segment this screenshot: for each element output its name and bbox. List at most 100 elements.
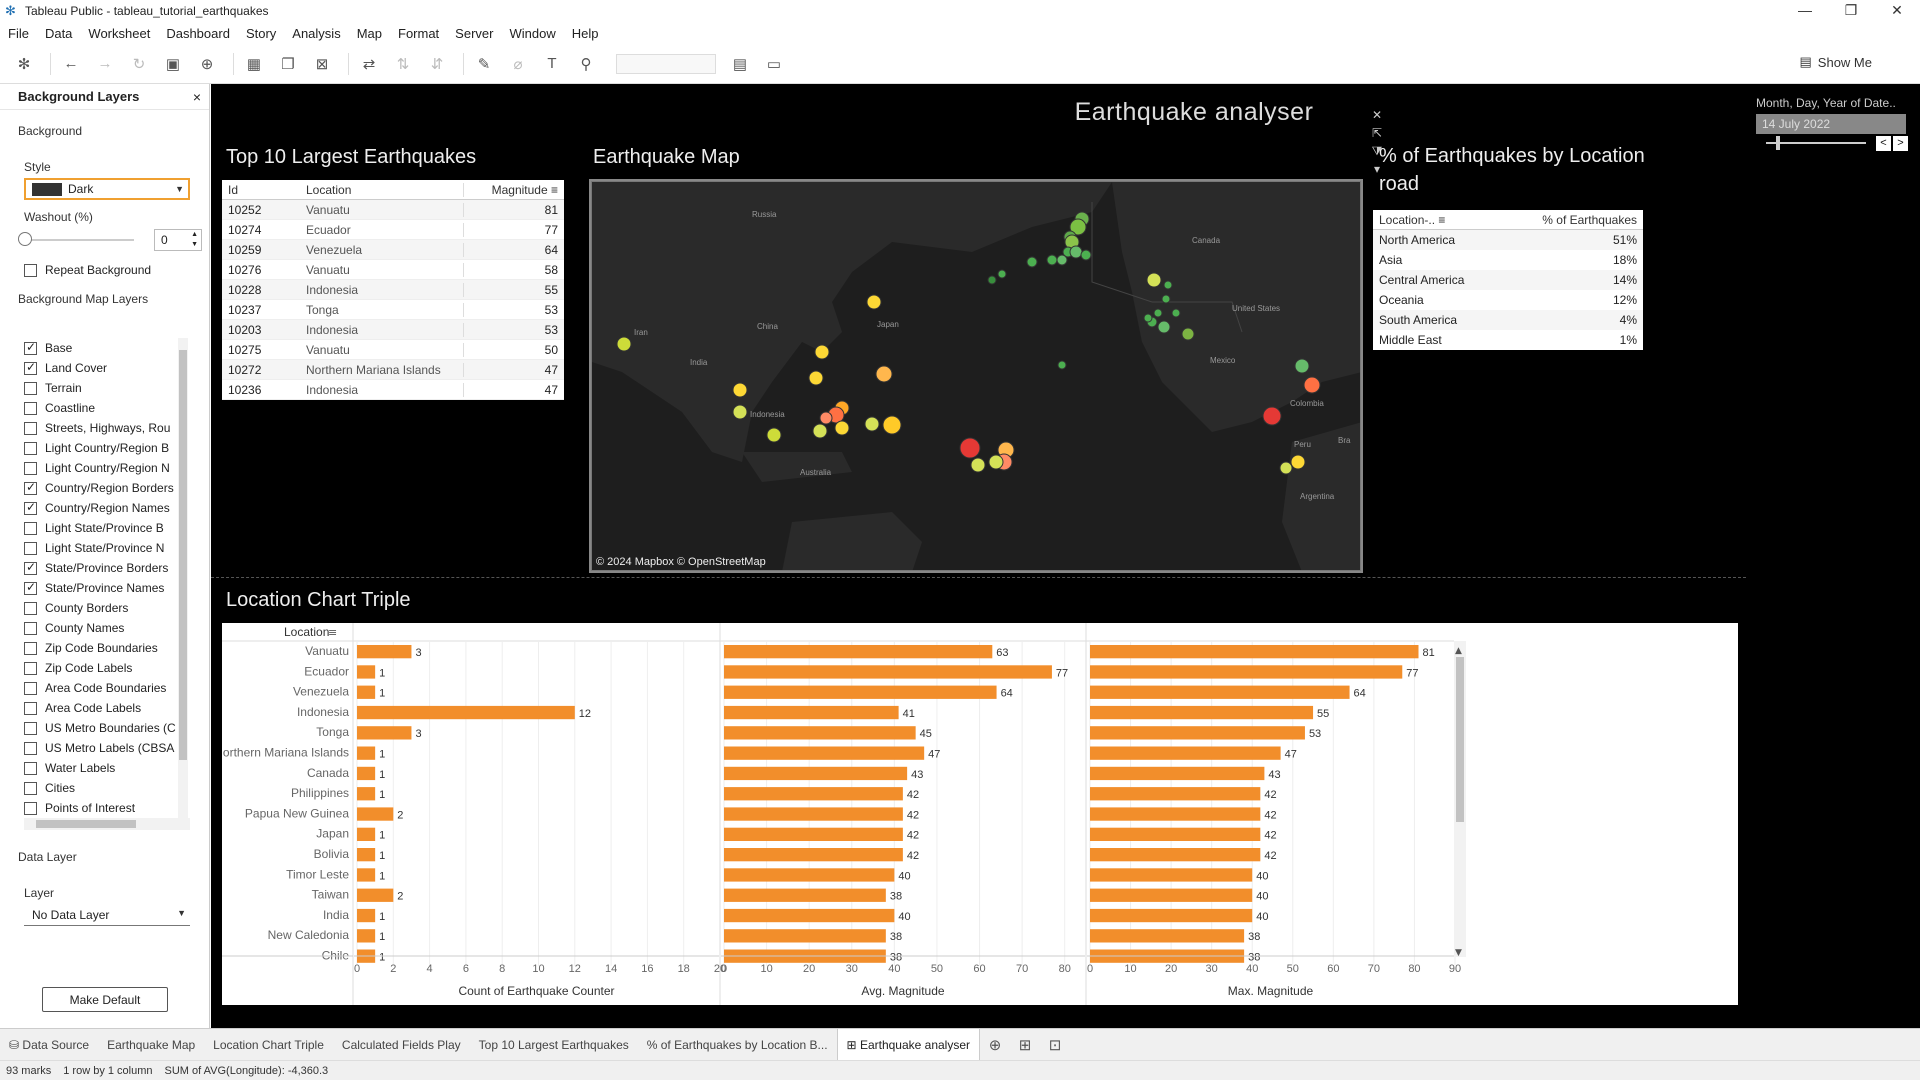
pin-icon[interactable]: ⚲ — [572, 50, 600, 78]
bar[interactable] — [357, 848, 376, 862]
menu-format[interactable]: Format — [390, 26, 447, 41]
layers-horizontal-scrollbar[interactable] — [24, 818, 190, 830]
quake-marker[interactable] — [766, 427, 782, 443]
quake-marker[interactable] — [808, 370, 824, 386]
quake-marker[interactable] — [866, 294, 882, 310]
tableau-home-icon[interactable]: ✻ — [10, 50, 38, 78]
bar[interactable] — [357, 787, 376, 801]
style-dropdown[interactable]: Dark ▼ — [24, 178, 190, 200]
slider-handle[interactable] — [1776, 136, 1780, 150]
table-row[interactable]: Asia 18% — [1373, 250, 1643, 270]
bar[interactable] — [1090, 827, 1261, 841]
layer-checkbox-county-names[interactable]: County Names — [24, 618, 190, 638]
table-row[interactable]: 10252 Vanuatu 81 — [222, 200, 564, 220]
bar[interactable] — [1090, 787, 1261, 801]
header-magnitude[interactable]: Magnitude ≡ — [464, 183, 564, 197]
menu-analysis[interactable]: Analysis — [284, 26, 348, 41]
replay-icon[interactable]: ↻ — [125, 50, 153, 78]
menu-server[interactable]: Server — [447, 26, 501, 41]
bar[interactable] — [1090, 685, 1350, 699]
table-row[interactable]: Oceania 12% — [1373, 290, 1643, 310]
bar[interactable] — [724, 787, 903, 801]
fit-dropdown[interactable] — [616, 53, 716, 74]
bar[interactable] — [724, 929, 886, 943]
bar[interactable] — [724, 766, 908, 781]
scroll-down-icon[interactable]: ▼ — [1455, 948, 1462, 958]
slider-handle[interactable] — [18, 232, 32, 246]
menu-story[interactable]: Story — [238, 26, 284, 41]
duplicate-sheet-icon[interactable]: ❐ — [274, 50, 302, 78]
bar[interactable] — [1090, 807, 1261, 821]
quake-marker[interactable] — [875, 365, 893, 383]
layer-checkbox-zip-labels[interactable]: Zip Code Labels — [24, 658, 190, 678]
bar[interactable] — [357, 685, 376, 699]
quake-marker[interactable] — [1294, 358, 1310, 374]
quake-marker[interactable] — [1171, 308, 1181, 318]
table-row[interactable]: 10203 Indonesia 53 — [222, 320, 564, 340]
quake-marker[interactable] — [819, 411, 833, 425]
restore-button[interactable]: ❐ — [1828, 0, 1874, 22]
sort-icon[interactable]: ≡ — [1438, 213, 1445, 227]
bar[interactable] — [1090, 848, 1261, 862]
data-layer-dropdown[interactable]: No Data Layer ▼ — [24, 904, 190, 926]
bar[interactable] — [357, 665, 376, 679]
quake-marker[interactable] — [1157, 320, 1171, 334]
undo-icon[interactable]: ← — [57, 50, 85, 78]
date-next-button[interactable]: > — [1893, 136, 1908, 151]
close-window-button[interactable]: ✕ — [1874, 0, 1920, 22]
layer-checkbox-us-metro-labels[interactable]: US Metro Labels (CBSA — [24, 738, 190, 758]
new-sheet-icon[interactable]: ▦ — [240, 50, 268, 78]
quake-marker[interactable] — [732, 404, 748, 420]
washout-stepper[interactable]: 0 ▲ ▼ — [154, 229, 202, 251]
tab-data-source[interactable]: ⛁ Data Source — [0, 1029, 98, 1061]
table-row[interactable]: 10228 Indonesia 55 — [222, 280, 564, 300]
table-row[interactable]: South America 4% — [1373, 310, 1643, 330]
menu-file[interactable]: File — [0, 26, 37, 41]
layer-checkbox-cities[interactable]: Cities — [24, 778, 190, 798]
bar[interactable] — [1090, 645, 1419, 659]
bar[interactable] — [1090, 908, 1253, 923]
quake-marker[interactable] — [1290, 454, 1306, 470]
bar[interactable] — [724, 848, 903, 862]
quake-marker[interactable] — [988, 454, 1004, 470]
layer-checkbox-county-borders[interactable]: County Borders — [24, 598, 190, 618]
bar[interactable] — [724, 807, 903, 821]
quake-marker[interactable] — [834, 420, 850, 436]
layer-checkbox-water-labels[interactable]: Water Labels — [24, 758, 190, 778]
tab-earthquake-map[interactable]: Earthquake Map — [98, 1029, 204, 1061]
bar[interactable] — [724, 685, 997, 699]
bar[interactable] — [357, 929, 376, 943]
new-story-icon[interactable]: ⊡ — [1040, 1036, 1070, 1054]
bar[interactable] — [1090, 746, 1281, 760]
table-row[interactable]: 10236 Indonesia 47 — [222, 380, 564, 400]
quake-marker[interactable] — [1080, 249, 1092, 261]
show-cards-icon[interactable]: ▤ — [726, 50, 754, 78]
layers-vertical-scrollbar[interactable] — [178, 338, 188, 820]
table-row[interactable]: Central America 14% — [1373, 270, 1643, 290]
clear-sheet-icon[interactable]: ⊠ — [308, 50, 336, 78]
quake-marker[interactable] — [814, 344, 830, 360]
bar[interactable] — [357, 766, 376, 781]
layer-checkbox-land-cover[interactable]: Land Cover — [24, 358, 190, 378]
remove-zone-icon[interactable]: ✕ — [1372, 108, 1382, 126]
scrollbar-thumb[interactable] — [179, 350, 187, 760]
highlight-icon[interactable]: ✎ — [470, 50, 498, 78]
bar[interactable] — [1090, 868, 1253, 882]
scroll-up-icon[interactable]: ▲ — [1455, 646, 1462, 656]
table-row[interactable]: 10274 Ecuador 77 — [222, 220, 564, 240]
bar[interactable] — [357, 705, 575, 720]
bar[interactable] — [1090, 705, 1314, 720]
table-row[interactable]: 10276 Vanuatu 58 — [222, 260, 564, 280]
show-me-button[interactable]: ▤ Show Me — [1800, 54, 1873, 70]
menu-worksheet[interactable]: Worksheet — [80, 26, 158, 41]
stepper-up-icon[interactable]: ▲ — [191, 231, 198, 238]
quake-marker[interactable] — [1279, 461, 1293, 475]
layer-checkbox-zip-boundaries[interactable]: Zip Code Boundaries — [24, 638, 190, 658]
layer-checkbox-country-names[interactable]: Country/Region Names — [24, 498, 190, 518]
bar[interactable] — [724, 665, 1052, 679]
bar[interactable] — [357, 868, 376, 882]
quake-marker[interactable] — [812, 423, 828, 439]
quake-marker[interactable] — [1161, 294, 1171, 304]
bar[interactable] — [357, 908, 376, 923]
tab-location-chart-triple[interactable]: Location Chart Triple — [204, 1029, 333, 1061]
